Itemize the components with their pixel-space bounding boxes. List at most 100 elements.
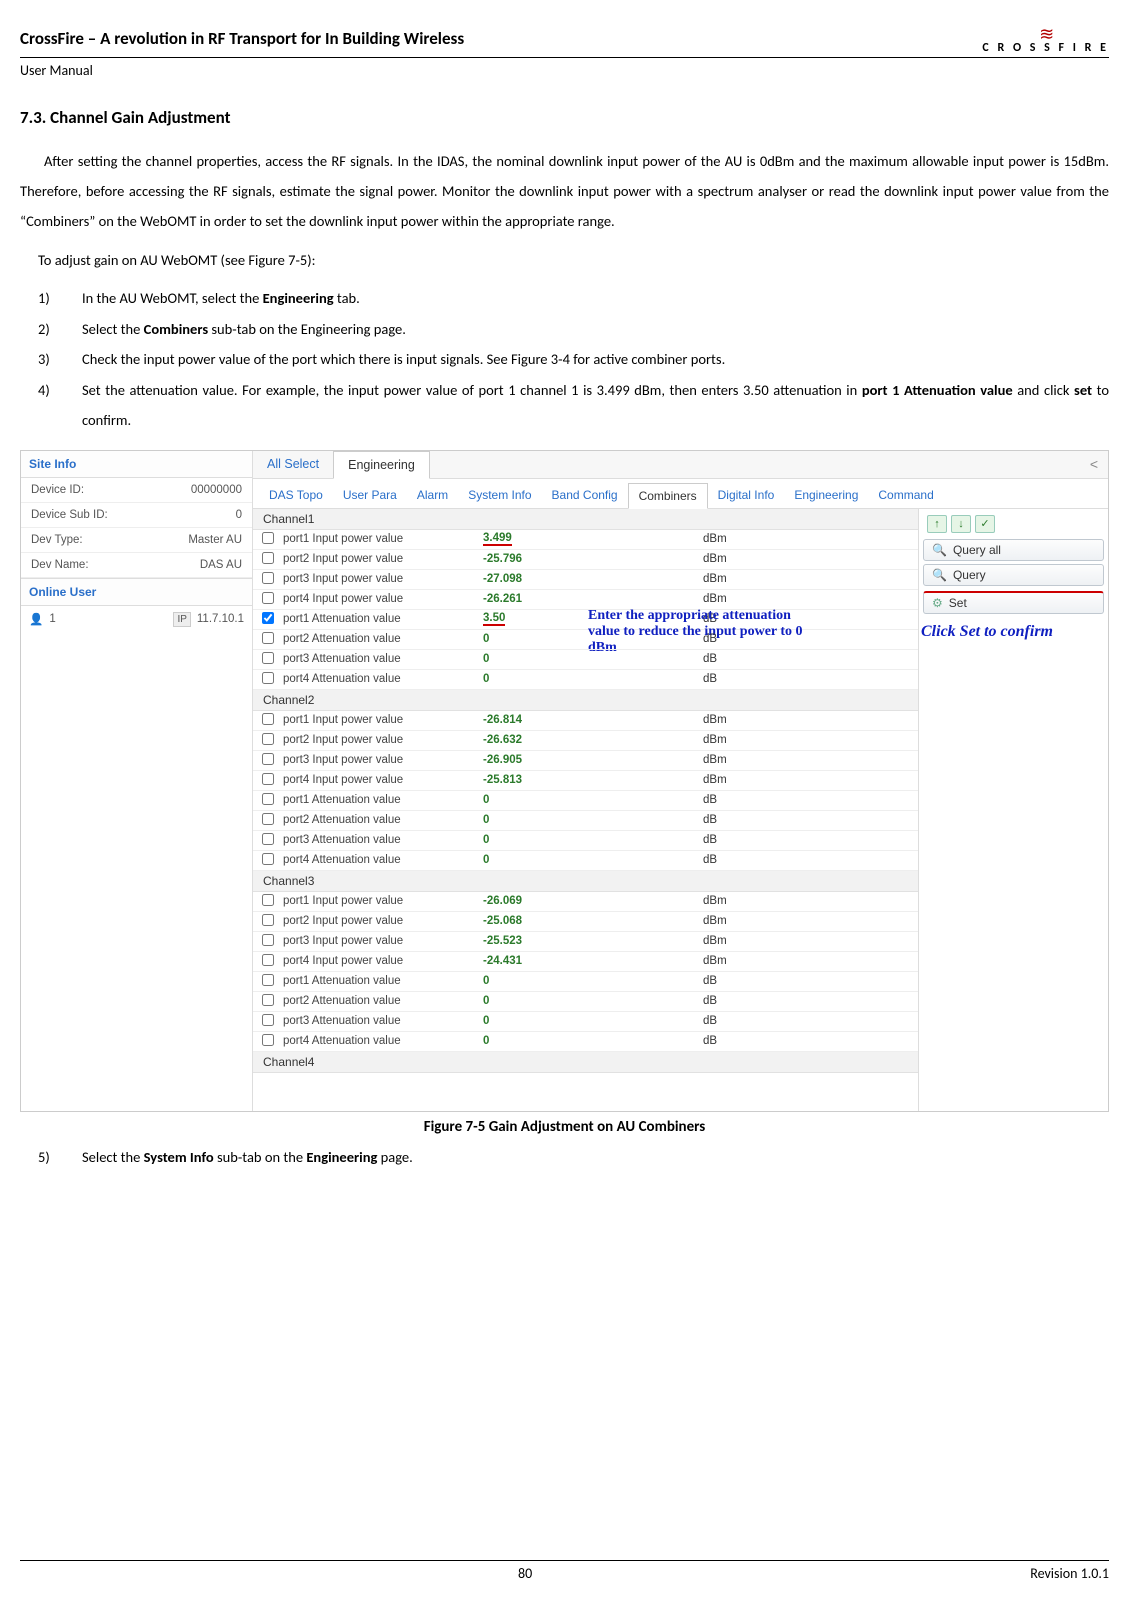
steps-list-continued: 5) Select the System Info sub-tab on the… xyxy=(38,1142,1109,1172)
channel-header: Channel2 xyxy=(253,690,918,711)
channel-header: Channel1 xyxy=(253,509,918,530)
param-unit: dB xyxy=(703,633,753,645)
param-checkbox[interactable] xyxy=(262,833,274,845)
intro-paragraph-text: After setting the channel properties, ac… xyxy=(20,152,1109,231)
param-row: port2 Attenuation value0dB xyxy=(253,992,918,1012)
param-label: port1 Attenuation value xyxy=(283,613,483,625)
param-checkbox[interactable] xyxy=(262,652,274,664)
param-row: port4 Attenuation value0dB xyxy=(253,1032,918,1052)
check-icon[interactable]: ✓ xyxy=(975,515,995,533)
param-value: -26.261 xyxy=(483,593,563,605)
param-row: port4 Attenuation value0dB xyxy=(253,851,918,871)
param-label: port2 Input power value xyxy=(283,734,483,746)
param-label: port1 Input power value xyxy=(283,533,483,545)
search-icon: 🔍 xyxy=(932,568,947,582)
param-checkbox[interactable] xyxy=(262,612,274,624)
tab-engineering-sub[interactable]: Engineering xyxy=(784,483,868,508)
param-checkbox[interactable] xyxy=(262,853,274,865)
steps-intro: To adjust gain on AU WebOMT (see Figure … xyxy=(38,245,1109,275)
param-unit: dB xyxy=(703,995,753,1007)
param-row: port3 Input power value-26.905dBm xyxy=(253,751,918,771)
annotation-click-set: Click Set to confirm xyxy=(919,621,1108,643)
param-checkbox[interactable] xyxy=(262,773,274,785)
param-checkbox[interactable] xyxy=(262,532,274,544)
param-row: port4 Input power value-26.261dBm xyxy=(253,590,918,610)
param-checkbox[interactable] xyxy=(262,994,274,1006)
doc-subtitle: User Manual xyxy=(20,62,1109,79)
action-panel: ↑ ↓ ✓ 🔍Query all 🔍Query ⚙Set Click Set t… xyxy=(918,509,1108,1111)
tab-alarm[interactable]: Alarm xyxy=(407,483,458,508)
param-row: port3 Attenuation value0dB xyxy=(253,650,918,670)
param-checkbox[interactable] xyxy=(262,1034,274,1046)
param-checkbox[interactable] xyxy=(262,572,274,584)
share-icon[interactable]: < xyxy=(1090,456,1098,472)
arrow-down-icon[interactable]: ↓ xyxy=(951,515,971,533)
param-label: port1 Attenuation value xyxy=(283,794,483,806)
param-checkbox[interactable] xyxy=(262,552,274,564)
param-value: 0 xyxy=(483,834,563,846)
tab-user-para[interactable]: User Para xyxy=(333,483,407,508)
tab-all-select[interactable]: All Select xyxy=(253,451,333,477)
param-row: port2 Attenuation value0dB xyxy=(253,630,918,650)
param-checkbox[interactable] xyxy=(262,974,274,986)
tab-command[interactable]: Command xyxy=(868,483,943,508)
param-row: port1 Input power value-26.069dBm xyxy=(253,892,918,912)
query-button[interactable]: 🔍Query xyxy=(923,564,1104,586)
param-label: port3 Input power value xyxy=(283,935,483,947)
param-row: port1 Input power value-26.814 dBm xyxy=(253,711,918,731)
device-id-row: Device ID:00000000 xyxy=(21,478,252,503)
param-checkbox[interactable] xyxy=(262,813,274,825)
param-label: port1 Input power value xyxy=(283,714,483,726)
param-checkbox[interactable] xyxy=(262,793,274,805)
param-checkbox[interactable] xyxy=(262,934,274,946)
query-all-button[interactable]: 🔍Query all xyxy=(923,539,1104,561)
arrow-up-icon[interactable]: ↑ xyxy=(927,515,947,533)
param-checkbox[interactable] xyxy=(262,632,274,644)
param-checkbox[interactable] xyxy=(262,954,274,966)
param-value: -26.814 xyxy=(483,714,563,726)
param-label: port4 Attenuation value xyxy=(283,673,483,685)
intro-paragraph: After setting the channel properties, ac… xyxy=(20,146,1109,237)
gear-icon: ⚙ xyxy=(932,596,943,610)
param-checkbox[interactable] xyxy=(262,672,274,684)
param-checkbox[interactable] xyxy=(262,592,274,604)
param-checkbox[interactable] xyxy=(262,713,274,725)
webomt-screenshot: Site Info Device ID:00000000 Device Sub … xyxy=(20,450,1109,1112)
search-icon: 🔍 xyxy=(932,543,947,557)
param-checkbox[interactable] xyxy=(262,894,274,906)
channel-header: Channel3 xyxy=(253,871,918,892)
param-value: 0 xyxy=(483,673,563,685)
param-value: 0 xyxy=(483,1035,563,1047)
param-value: 0 xyxy=(483,1015,563,1027)
param-checkbox[interactable] xyxy=(262,733,274,745)
param-label: port2 Input power value xyxy=(283,915,483,927)
logo-arcs-icon: ≋ xyxy=(982,28,1109,41)
param-unit: dB xyxy=(703,834,753,846)
tab-digital-info[interactable]: Digital Info xyxy=(708,483,785,508)
tab-das-topo[interactable]: DAS Topo xyxy=(259,483,333,508)
param-value: -25.068 xyxy=(483,915,563,927)
param-unit: dB xyxy=(703,814,753,826)
param-unit: dBm xyxy=(703,533,753,545)
tab-band-config[interactable]: Band Config xyxy=(542,483,628,508)
tab-engineering[interactable]: Engineering xyxy=(333,451,430,479)
tab-combiners[interactable]: Combiners xyxy=(628,483,708,509)
param-row: port1 Input power value3.499dBm xyxy=(253,530,918,550)
param-checkbox[interactable] xyxy=(262,914,274,926)
primary-tabs: All Select Engineering < xyxy=(253,451,1108,479)
param-row: port3 Input power value-27.098dBm xyxy=(253,570,918,590)
icon-toolbar: ↑ ↓ ✓ xyxy=(923,513,1104,539)
section-title: 7.3. Channel Gain Adjustment xyxy=(20,107,1109,128)
param-value: 0 xyxy=(483,814,563,826)
param-unit: dBm xyxy=(703,714,753,726)
tab-system-info[interactable]: System Info xyxy=(458,483,541,508)
param-unit: dB xyxy=(703,1015,753,1027)
site-info-title: Site Info xyxy=(21,451,252,478)
page-header: CrossFire – A revolution in RF Transport… xyxy=(20,28,1109,58)
set-button[interactable]: ⚙Set xyxy=(923,591,1104,614)
param-label: port3 Input power value xyxy=(283,754,483,766)
param-row: port1 Attenuation value0dB xyxy=(253,972,918,992)
param-row: port1 Attenuation value3.50dBEnter the a… xyxy=(253,610,918,630)
param-checkbox[interactable] xyxy=(262,1014,274,1026)
param-checkbox[interactable] xyxy=(262,753,274,765)
